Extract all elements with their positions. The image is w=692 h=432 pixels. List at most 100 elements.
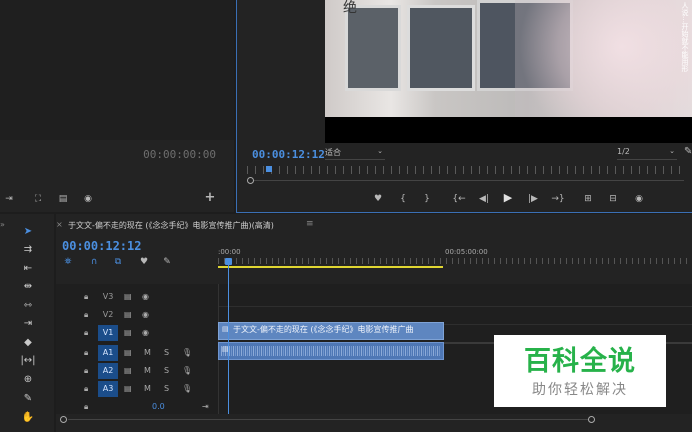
mark-in-icon[interactable]: { [397, 193, 409, 205]
slide-tool-icon[interactable]: |↔| [18, 353, 38, 369]
panel-expand-icon[interactable]: » [0, 220, 5, 229]
track-header-v1: 🔒︎ V1 ▤ ◉ [80, 324, 218, 342]
program-playhead[interactable] [266, 166, 272, 172]
solo-button[interactable]: S [164, 381, 169, 397]
scroll-handle-left[interactable] [60, 416, 67, 423]
timeline-close-icon[interactable]: × [56, 220, 63, 229]
slip-tool-icon[interactable]: ◆ [18, 335, 38, 351]
lift-icon[interactable]: ▤ [55, 193, 71, 205]
program-monitor-panel: 绝 人说…开始就不能用形 00:00:12:12 适合 ⌄ 1/2 ⌄ ✎ ♥ … [236, 0, 692, 213]
go-to-end-icon[interactable]: ⇥ [202, 399, 209, 415]
track-header-v3: 🔒︎ V3 ▤ ◉ [80, 288, 218, 306]
track-name-a1[interactable]: A1 [98, 345, 118, 361]
track-name-v3[interactable]: V3 [98, 289, 118, 305]
rolling-edit-tool-icon[interactable]: ⇹ [18, 279, 38, 295]
master-volume[interactable]: 0.0 [152, 399, 165, 415]
sync-lock-icon[interactable]: ▤ [124, 325, 132, 341]
track-name-a2[interactable]: A2 [98, 363, 118, 379]
marker-icon[interactable]: ♥ [372, 193, 384, 205]
zoom-handle-left[interactable] [247, 177, 254, 184]
mark-out-icon[interactable]: } [421, 193, 433, 205]
sequence-menu-icon[interactable]: ≡ [306, 219, 314, 229]
microphone-icon[interactable]: 🎙︎ [182, 345, 192, 361]
video-image: 绝 人说…开始就不能用形 [325, 0, 692, 117]
sync-lock-icon[interactable]: ▤ [124, 345, 132, 361]
snap-icon[interactable]: ∩ [88, 256, 100, 268]
chevron-down-icon: ⌄ [377, 147, 383, 155]
mute-button[interactable]: M [144, 363, 151, 379]
insert-icon[interactable]: ⇥ [2, 193, 16, 205]
track-name-a3[interactable]: A3 [98, 381, 118, 397]
track-select-tool-icon[interactable]: ⇉ [18, 242, 38, 258]
mute-button[interactable]: M [144, 381, 151, 397]
go-to-in-icon[interactable]: {← [451, 193, 467, 205]
source-monitor-panel: 00:00:00:00 ⇥ ⛶ ▤ ◉ + [0, 0, 234, 212]
rate-stretch-tool-icon[interactable]: ⇿ [18, 298, 38, 314]
lock-icon[interactable]: 🔒︎ [84, 325, 88, 341]
fit-select[interactable]: 适合 ⌄ [325, 147, 385, 160]
ruler-start-label: :00:00 [218, 248, 241, 256]
timeline-scrollbar[interactable] [60, 414, 688, 424]
eye-icon[interactable]: ◉ [142, 325, 149, 341]
sync-lock-icon[interactable]: ▤ [124, 363, 132, 379]
track-name-v2[interactable]: V2 [98, 307, 118, 323]
fit-select-value: 适合 [325, 148, 341, 157]
mute-button[interactable]: M [144, 345, 151, 361]
solo-button[interactable]: S [164, 363, 169, 379]
lock-icon[interactable]: 🔒︎ [84, 363, 88, 379]
microphone-icon[interactable]: 🎙︎ [182, 381, 192, 397]
scroll-track[interactable] [68, 419, 588, 420]
lock-icon[interactable]: 🔒︎ [84, 381, 88, 397]
solo-button[interactable]: S [164, 345, 169, 361]
camera-icon[interactable]: ◉ [80, 193, 96, 205]
sync-lock-icon[interactable]: ▤ [124, 289, 132, 305]
microphone-icon[interactable]: 🎙︎ [182, 363, 192, 379]
wrench-icon[interactable]: ✎ [684, 146, 692, 157]
chevron-down-icon: ⌄ [669, 147, 675, 155]
add-marker-icon[interactable]: ♥ [138, 256, 150, 268]
extract-icon[interactable]: ⊟ [605, 193, 621, 205]
program-timecode[interactable]: 00:00:12:12 [252, 148, 325, 161]
time-ruler[interactable]: :00:00 00:05:00:00 [218, 246, 692, 270]
nest-sequence-icon[interactable]: ⛯ [62, 256, 74, 268]
tools-panel: » ➤ ⇉ ⇤ ⇹ ⇿ ⇥ ◆ |↔| ⊕ ✎ ✋ [0, 214, 54, 432]
export-frame-icon[interactable]: ◉ [632, 193, 646, 205]
linked-selection-icon[interactable]: ⧉ [112, 256, 124, 268]
selection-tool-icon[interactable]: ➤ [18, 224, 38, 240]
audio-waveform [221, 346, 441, 356]
eye-icon[interactable]: ◉ [142, 289, 149, 305]
eye-icon[interactable]: ◉ [142, 307, 149, 323]
step-back-icon[interactable]: ◀| [477, 193, 491, 205]
scroll-handle-right[interactable] [588, 416, 595, 423]
track-name-v1[interactable]: V1 [98, 325, 118, 341]
razor-tool-icon[interactable]: ⇥ [18, 316, 38, 332]
sync-lock-icon[interactable]: ▤ [124, 307, 132, 323]
program-mini-ruler[interactable] [247, 166, 687, 184]
timeline-settings-wrench-icon[interactable]: ✎ [161, 256, 173, 268]
audio-clip-a1[interactable]: ▤ [218, 342, 444, 360]
add-button-icon[interactable]: + [203, 191, 217, 204]
source-timecode[interactable]: 00:00:00:00 [143, 148, 216, 161]
resolution-select[interactable]: 1/2 ⌄ [617, 147, 677, 160]
sync-lock-icon[interactable]: ▤ [124, 381, 132, 397]
work-area-bar[interactable] [218, 266, 443, 268]
lock-icon[interactable]: 🔒︎ [84, 289, 88, 305]
lift-icon[interactable]: ⊞ [580, 193, 596, 205]
lock-icon[interactable]: 🔒︎ [84, 307, 88, 323]
video-overlay-text-left: 绝 [343, 0, 357, 16]
sequence-tab-title[interactable]: 于文文-偏不走的现在 (《念念手纪》电影宣传推广曲)(高清) [68, 220, 274, 231]
ripple-edit-tool-icon[interactable]: ⇤ [18, 261, 38, 277]
step-forward-icon[interactable]: |▶ [526, 193, 540, 205]
lock-icon[interactable]: 🔒︎ [84, 345, 88, 361]
zoom-bar[interactable] [254, 180, 684, 181]
timeline-timecode[interactable]: 00:00:12:12 [62, 239, 141, 253]
go-to-out-icon[interactable]: →} [550, 193, 566, 205]
pen-tool-icon[interactable]: ⊕ [18, 372, 38, 388]
overwrite-icon[interactable]: ⛶ [30, 193, 46, 205]
video-clip-v1[interactable]: ▤ 于文文-偏不走的现在 (《念念手纪》电影宣传推广曲 [218, 322, 444, 340]
hand-tool-icon[interactable]: ✎ [18, 391, 38, 407]
lock-icon[interactable]: 🔒︎ [84, 399, 88, 415]
zoom-tool-icon[interactable]: ✋ [18, 410, 38, 426]
timeline-playhead-line[interactable] [228, 264, 229, 414]
play-icon[interactable]: ▶ [501, 192, 515, 204]
